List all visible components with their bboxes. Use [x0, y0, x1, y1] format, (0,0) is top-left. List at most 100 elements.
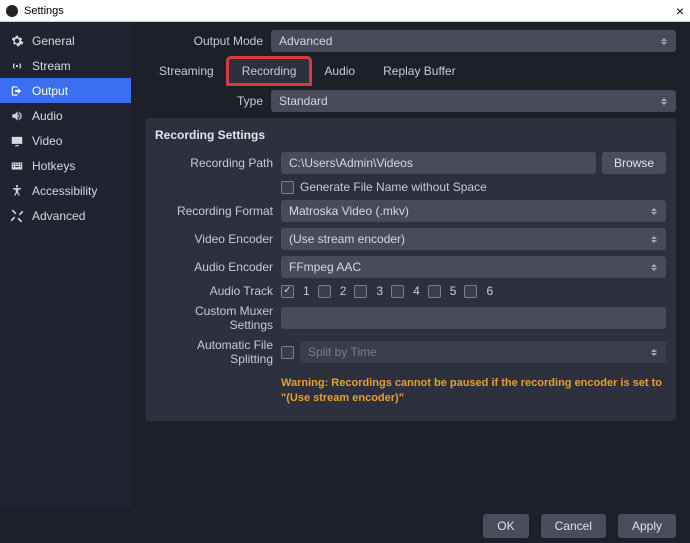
sidebar-item-general[interactable]: General: [0, 28, 131, 53]
main-panel: Output Mode Advanced Streaming Recording…: [131, 22, 690, 508]
output-icon: [10, 84, 24, 98]
audio-encoder-label: Audio Encoder: [155, 260, 281, 274]
gen-filename-row: Generate File Name without Space: [155, 180, 666, 194]
sidebar-item-label: Video: [32, 134, 62, 148]
type-label: Type: [145, 94, 271, 108]
browse-button[interactable]: Browse: [602, 152, 666, 174]
content: General Stream Output Audio Video Hotkey…: [0, 22, 690, 508]
sidebar-item-label: Accessibility: [32, 184, 97, 198]
sidebar-item-output[interactable]: Output: [0, 78, 131, 103]
tab-streaming[interactable]: Streaming: [145, 58, 228, 84]
video-encoder-row: Video Encoder (Use stream encoder): [155, 228, 666, 250]
titlebar: Settings ×: [0, 0, 690, 22]
chevron-updown-icon: [648, 344, 660, 360]
split-checkbox[interactable]: [281, 346, 294, 359]
sidebar-item-label: Stream: [32, 59, 71, 73]
audio-tracks: 1 2 3 4 5 6: [281, 284, 493, 298]
keyboard-icon: [10, 159, 24, 173]
sidebar: General Stream Output Audio Video Hotkey…: [0, 22, 131, 508]
track-4-label: 4: [413, 284, 420, 298]
track-6-label: 6: [486, 284, 493, 298]
track-6-checkbox[interactable]: [464, 285, 477, 298]
track-3-checkbox[interactable]: [354, 285, 367, 298]
track-4-checkbox[interactable]: [391, 285, 404, 298]
audio-encoder-row: Audio Encoder FFmpeg AAC: [155, 256, 666, 278]
output-mode-row: Output Mode Advanced: [145, 30, 676, 52]
split-value: Split by Time: [308, 345, 377, 359]
gen-filename-checkbox[interactable]: [281, 181, 294, 194]
tab-recording[interactable]: Recording: [228, 58, 311, 84]
track-1-checkbox[interactable]: [281, 285, 294, 298]
recording-path-input[interactable]: C:\Users\Admin\Videos: [281, 152, 596, 174]
recording-path-label: Recording Path: [155, 156, 281, 170]
muxer-input[interactable]: [281, 307, 666, 329]
split-select: Split by Time: [300, 341, 666, 363]
sidebar-item-label: Hotkeys: [32, 159, 75, 173]
recording-format-row: Recording Format Matroska Video (.mkv): [155, 200, 666, 222]
recording-format-value: Matroska Video (.mkv): [289, 204, 409, 218]
sidebar-item-accessibility[interactable]: Accessibility: [0, 178, 131, 203]
accessibility-icon: [10, 184, 24, 198]
chevron-updown-icon: [658, 93, 670, 109]
sidebar-item-label: Output: [32, 84, 68, 98]
display-icon: [10, 134, 24, 148]
sidebar-item-stream[interactable]: Stream: [0, 53, 131, 78]
sidebar-item-advanced[interactable]: Advanced: [0, 203, 131, 228]
app-icon: [6, 5, 18, 17]
track-3-label: 3: [376, 284, 383, 298]
gen-filename-label: Generate File Name without Space: [300, 180, 487, 194]
output-mode-value: Advanced: [279, 34, 332, 48]
output-tabs: Streaming Recording Audio Replay Buffer: [145, 58, 676, 84]
audio-track-label: Audio Track: [155, 284, 281, 298]
track-2-checkbox[interactable]: [318, 285, 331, 298]
recording-settings-panel: Recording Settings Recording Path C:\Use…: [145, 118, 676, 421]
type-value: Standard: [279, 94, 328, 108]
output-mode-select[interactable]: Advanced: [271, 30, 676, 52]
track-2-label: 2: [340, 284, 347, 298]
sidebar-item-label: General: [32, 34, 75, 48]
recording-format-label: Recording Format: [155, 204, 281, 218]
recording-path-row: Recording Path C:\Users\Admin\Videos Bro…: [155, 152, 666, 174]
encoder-warning: Warning: Recordings cannot be paused if …: [155, 372, 666, 407]
track-5-checkbox[interactable]: [428, 285, 441, 298]
type-select[interactable]: Standard: [271, 90, 676, 112]
dialog-footer: OK Cancel Apply: [0, 508, 690, 543]
speaker-icon: [10, 109, 24, 123]
recording-format-select[interactable]: Matroska Video (.mkv): [281, 200, 666, 222]
chevron-updown-icon: [658, 33, 670, 49]
chevron-updown-icon: [648, 231, 660, 247]
sidebar-item-video[interactable]: Video: [0, 128, 131, 153]
audio-encoder-value: FFmpeg AAC: [289, 260, 361, 274]
track-5-label: 5: [450, 284, 457, 298]
split-row: Automatic File Splitting Split by Time: [155, 338, 666, 366]
tab-replay-buffer[interactable]: Replay Buffer: [369, 58, 470, 84]
split-label: Automatic File Splitting: [155, 338, 281, 366]
audio-track-row: Audio Track 1 2 3 4 5 6: [155, 284, 666, 298]
ok-button[interactable]: OK: [483, 514, 528, 538]
close-icon[interactable]: ×: [676, 3, 684, 19]
video-encoder-select[interactable]: (Use stream encoder): [281, 228, 666, 250]
muxer-row: Custom Muxer Settings: [155, 304, 666, 332]
muxer-label: Custom Muxer Settings: [155, 304, 281, 332]
cancel-button[interactable]: Cancel: [541, 514, 606, 538]
sidebar-item-label: Audio: [32, 109, 63, 123]
window-title: Settings: [24, 5, 64, 17]
sidebar-item-hotkeys[interactable]: Hotkeys: [0, 153, 131, 178]
chevron-updown-icon: [648, 259, 660, 275]
tools-icon: [10, 209, 24, 223]
sidebar-item-audio[interactable]: Audio: [0, 103, 131, 128]
broadcast-icon: [10, 59, 24, 73]
type-row: Type Standard: [145, 90, 676, 112]
output-mode-label: Output Mode: [145, 34, 271, 48]
section-title: Recording Settings: [155, 128, 666, 142]
tab-audio[interactable]: Audio: [310, 58, 369, 84]
sidebar-item-label: Advanced: [32, 209, 85, 223]
track-1-label: 1: [303, 284, 310, 298]
gear-icon: [10, 34, 24, 48]
video-encoder-value: (Use stream encoder): [289, 232, 405, 246]
audio-encoder-select[interactable]: FFmpeg AAC: [281, 256, 666, 278]
recording-path-value: C:\Users\Admin\Videos: [289, 156, 413, 170]
video-encoder-label: Video Encoder: [155, 232, 281, 246]
apply-button[interactable]: Apply: [618, 514, 676, 538]
chevron-updown-icon: [648, 203, 660, 219]
